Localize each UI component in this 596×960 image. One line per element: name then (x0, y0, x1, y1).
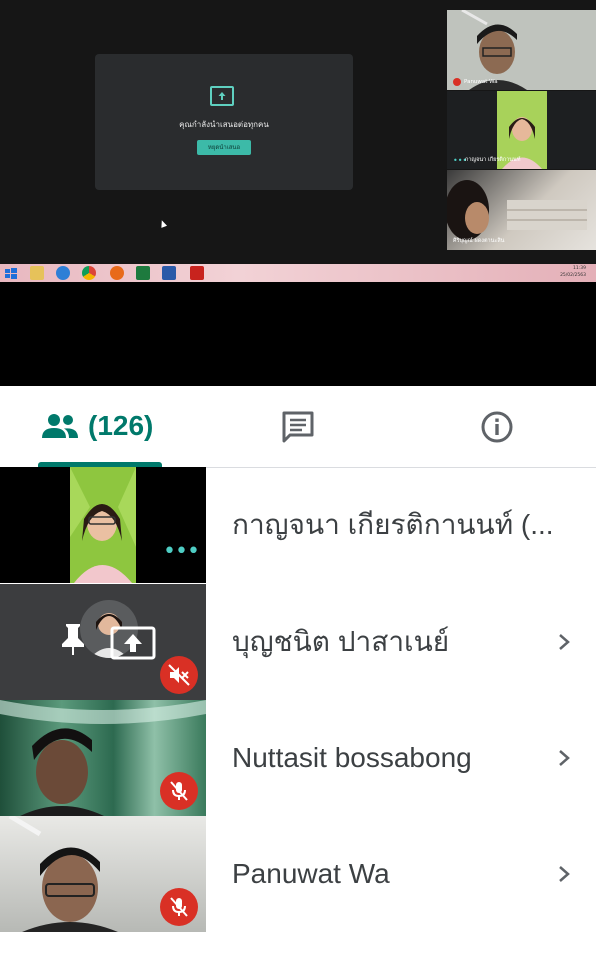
info-icon[interactable] (480, 410, 514, 444)
participant-row[interactable]: Panuwat Wa (0, 816, 596, 932)
chrome-icon[interactable] (82, 266, 96, 280)
start-icon[interactable] (4, 266, 18, 280)
more-options-icon[interactable]: ••• (163, 541, 200, 563)
windows-taskbar: 11:39 25/02/2563 (0, 264, 596, 282)
participant-name: Panuwat Wa (232, 858, 390, 889)
volume-off-icon (168, 664, 190, 686)
presentation-message: คุณกำลังนำเสนอต่อทุกคน (179, 120, 269, 129)
screen-share-area: คุณกำลังนำเสนอต่อทุกคน หยุดนำเสนอ Panuwa… (0, 0, 596, 386)
clock-time: 11:39 (573, 266, 586, 271)
taskbar-clock[interactable]: 11:39 25/02/2563 (560, 265, 586, 279)
clock-date: 25/02/2563 (560, 273, 586, 278)
participant-count: (126) (88, 410, 154, 441)
chevron-right-icon[interactable] (555, 632, 573, 652)
excel-icon[interactable] (136, 266, 150, 280)
word-icon[interactable] (162, 266, 176, 280)
muted-indicator-icon (453, 78, 461, 86)
tile-label: Panuwat Wa (464, 79, 498, 85)
participant-name: กาญจนา เกียรติกานนท์ (... (232, 509, 554, 540)
internet-explorer-icon[interactable] (56, 266, 70, 280)
shared-meet-window: คุณกำลังนำเสนอต่อทุกคน หยุดนำเสนอ Panuwa… (0, 0, 596, 264)
people-icon (42, 414, 78, 438)
muted-indicator (160, 772, 198, 810)
participant-row[interactable]: Nuttasit bossabong (0, 700, 596, 816)
tile-label: กาญจนา เกียรติกานนท์ (465, 157, 521, 163)
participant-thumbnail (0, 584, 206, 700)
chevron-right-icon[interactable] (555, 864, 573, 884)
present-screen-icon (110, 626, 156, 660)
pin-icon[interactable] (58, 622, 88, 656)
participant-thumbnail: ••• (0, 467, 206, 583)
chat-icon[interactable] (281, 410, 315, 444)
participant-name: บุญชนิต ปาสาเนย์ (232, 626, 450, 657)
muted-indicator (160, 888, 198, 926)
video-tile[interactable]: Panuwat Wa (447, 10, 596, 90)
mouse-cursor-icon (158, 219, 168, 228)
muted-indicator (160, 656, 198, 694)
firefox-icon[interactable] (110, 266, 124, 280)
acrobat-icon[interactable] (190, 266, 204, 280)
chevron-right-icon[interactable] (555, 748, 573, 768)
participant-thumbnail (0, 816, 206, 932)
file-explorer-icon[interactable] (30, 266, 44, 280)
participant-name: Nuttasit bossabong (232, 742, 472, 773)
video-tile[interactable]: ศิริบุญณ์ ผดงตานะสิน (447, 170, 596, 250)
tab-people[interactable]: (126) (38, 386, 162, 467)
video-tile[interactable]: ••• กาญจนา เกียรติกานนท์ (447, 91, 596, 169)
stop-presenting-button[interactable]: หยุดนำเสนอ (197, 140, 251, 155)
mic-off-icon (170, 897, 188, 917)
participant-row[interactable]: ••• กาญจนา เกียรติกานนท์ (... (0, 467, 596, 583)
participant-thumbnail (0, 700, 206, 816)
participant-row[interactable]: บุญชนิต ปาสาเนย์ (0, 584, 596, 700)
present-screen-icon (210, 86, 234, 106)
mic-off-icon (170, 781, 188, 801)
tile-label: ศิริบุญณ์ ผดงตานะสิน (453, 238, 505, 244)
